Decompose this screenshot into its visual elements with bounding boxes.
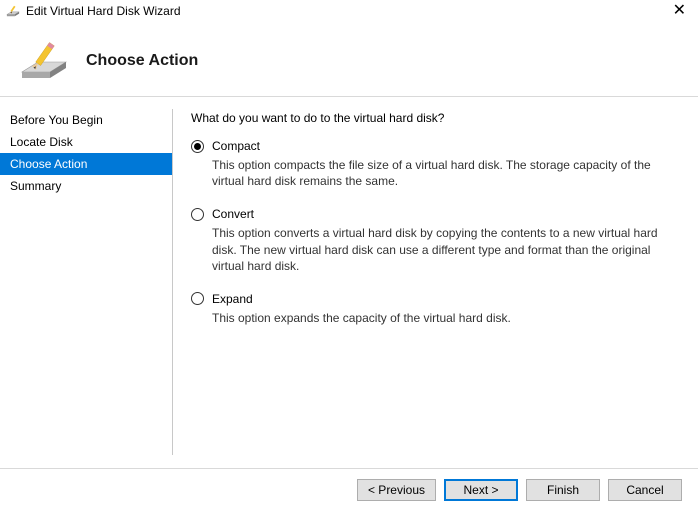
- option-expand: Expand This option expands the capacity …: [191, 292, 682, 326]
- titlebar-left: Edit Virtual Hard Disk Wizard: [6, 4, 181, 18]
- sidebar-item-summary[interactable]: Summary: [0, 175, 172, 197]
- option-label: Expand: [212, 292, 253, 306]
- radio-convert[interactable]: [191, 208, 204, 221]
- sidebar-item-locate-disk[interactable]: Locate Disk: [0, 131, 172, 153]
- option-compact: Compact This option compacts the file si…: [191, 139, 682, 189]
- content-panel: What do you want to do to the virtual ha…: [173, 97, 698, 467]
- wizard-header: Choose Action: [0, 22, 698, 97]
- previous-button[interactable]: < Previous: [357, 479, 436, 501]
- sidebar-item-label: Summary: [10, 179, 61, 193]
- prompt-text: What do you want to do to the virtual ha…: [191, 111, 682, 125]
- option-description: This option compacts the file size of a …: [212, 157, 682, 189]
- page-title: Choose Action: [86, 52, 198, 70]
- close-icon[interactable]: ✕: [669, 3, 690, 19]
- option-description: This option converts a virtual hard disk…: [212, 225, 682, 274]
- pencil-disk-icon: [20, 40, 68, 82]
- next-button[interactable]: Next >: [444, 479, 518, 501]
- wizard-footer: < Previous Next > Finish Cancel: [0, 468, 698, 511]
- titlebar: Edit Virtual Hard Disk Wizard ✕: [0, 0, 698, 22]
- option-row[interactable]: Compact: [191, 139, 682, 153]
- sidebar-item-label: Locate Disk: [10, 135, 73, 149]
- sidebar: Before You Begin Locate Disk Choose Acti…: [0, 97, 172, 467]
- sidebar-item-label: Before You Begin: [10, 113, 103, 127]
- option-label: Convert: [212, 207, 254, 221]
- option-description: This option expands the capacity of the …: [212, 310, 682, 326]
- option-convert: Convert This option converts a virtual h…: [191, 207, 682, 274]
- window-title: Edit Virtual Hard Disk Wizard: [26, 4, 181, 18]
- wizard-body: Before You Begin Locate Disk Choose Acti…: [0, 97, 698, 467]
- option-row[interactable]: Expand: [191, 292, 682, 306]
- option-label: Compact: [212, 139, 260, 153]
- cancel-button[interactable]: Cancel: [608, 479, 682, 501]
- radio-expand[interactable]: [191, 292, 204, 305]
- sidebar-item-choose-action[interactable]: Choose Action: [0, 153, 172, 175]
- wizard-app-icon: [6, 4, 20, 18]
- sidebar-item-before-you-begin[interactable]: Before You Begin: [0, 109, 172, 131]
- sidebar-item-label: Choose Action: [10, 157, 87, 171]
- option-row[interactable]: Convert: [191, 207, 682, 221]
- finish-button[interactable]: Finish: [526, 479, 600, 501]
- radio-compact[interactable]: [191, 140, 204, 153]
